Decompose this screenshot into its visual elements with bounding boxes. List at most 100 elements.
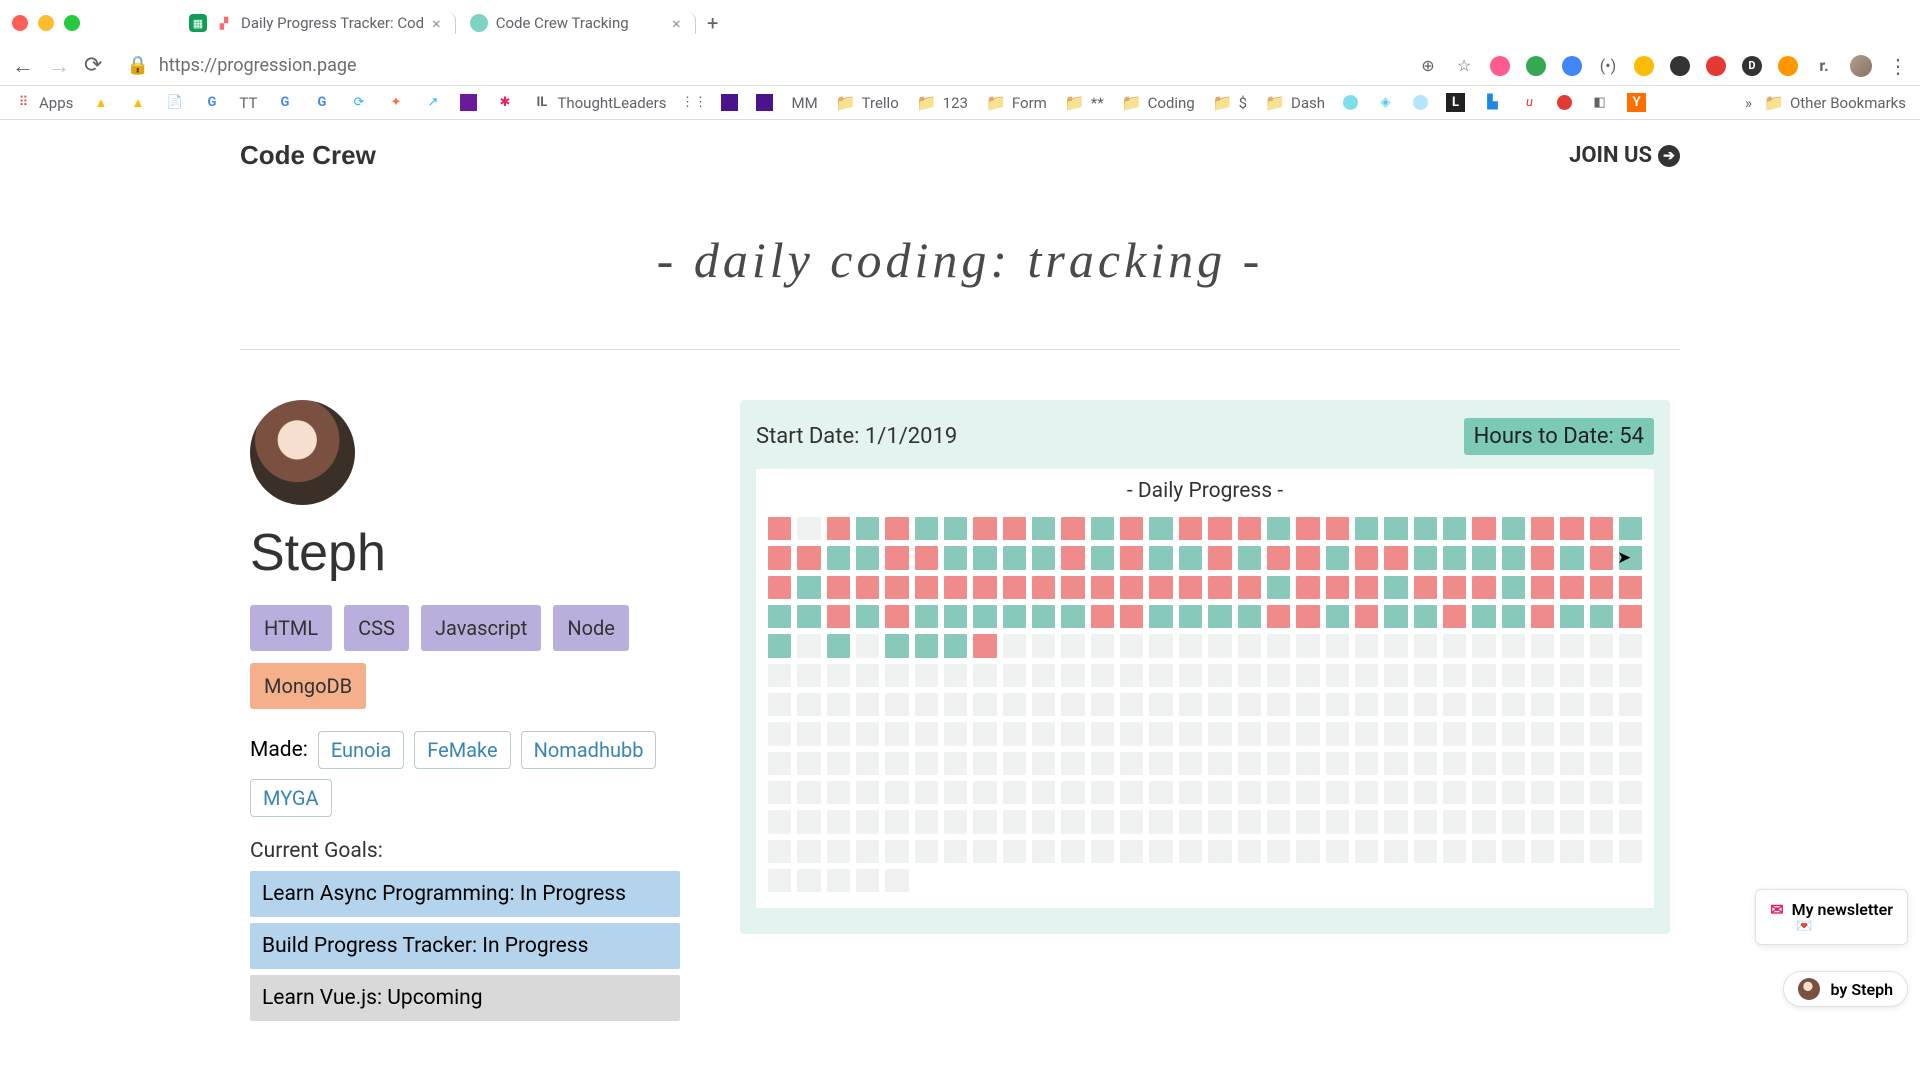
progress-cell[interactable] <box>1443 722 1466 745</box>
progress-cell[interactable] <box>1208 693 1231 716</box>
progress-cell[interactable] <box>1355 546 1378 569</box>
bm-item[interactable]: u <box>1520 93 1539 112</box>
new-tab-button[interactable]: + <box>702 12 724 34</box>
progress-cell[interactable] <box>1061 605 1084 628</box>
progress-cell[interactable] <box>1443 810 1466 833</box>
progress-cell[interactable] <box>1590 546 1613 569</box>
progress-cell[interactable] <box>1472 576 1495 599</box>
progress-cell[interactable] <box>1502 546 1525 569</box>
progress-cell[interactable] <box>885 605 908 628</box>
progress-cell[interactable] <box>1149 634 1172 657</box>
progress-cell[interactable] <box>1208 634 1231 657</box>
progress-cell[interactable] <box>1384 634 1407 657</box>
progress-cell[interactable] <box>1355 634 1378 657</box>
progress-cell[interactable] <box>1560 693 1583 716</box>
progress-cell[interactable] <box>797 840 820 863</box>
progress-cell[interactable] <box>1003 576 1026 599</box>
progress-cell[interactable] <box>768 810 791 833</box>
progress-cell[interactable] <box>1061 781 1084 804</box>
bm-item[interactable]: ◈ <box>1376 93 1395 112</box>
progress-cell[interactable] <box>1590 517 1613 540</box>
close-window-icon[interactable] <box>12 15 28 31</box>
progress-cell[interactable] <box>1179 693 1202 716</box>
progress-cell[interactable] <box>1502 605 1525 628</box>
progress-cell[interactable] <box>1472 781 1495 804</box>
progress-cell[interactable] <box>1149 722 1172 745</box>
progress-cell[interactable] <box>1443 517 1466 540</box>
progress-cell[interactable] <box>1355 810 1378 833</box>
ext-icon[interactable]: r. <box>1814 56 1834 76</box>
progress-cell[interactable] <box>1384 576 1407 599</box>
progress-cell[interactable] <box>1384 810 1407 833</box>
progress-cell[interactable] <box>1061 517 1084 540</box>
progress-cell[interactable] <box>1472 752 1495 775</box>
progress-cell[interactable] <box>973 605 996 628</box>
progress-cell[interactable] <box>1326 693 1349 716</box>
ext-icon[interactable]: D <box>1742 56 1762 76</box>
progress-cell[interactable] <box>1003 605 1026 628</box>
progress-cell[interactable] <box>1560 664 1583 687</box>
progress-cell[interactable] <box>1091 810 1114 833</box>
progress-cell[interactable] <box>768 605 791 628</box>
progress-cell[interactable] <box>1355 605 1378 628</box>
progress-cell[interactable] <box>1502 722 1525 745</box>
progress-cell[interactable] <box>1091 517 1114 540</box>
progress-cell[interactable] <box>1149 517 1172 540</box>
progress-cell[interactable] <box>827 517 850 540</box>
progress-cell[interactable] <box>915 605 938 628</box>
progress-cell[interactable] <box>1560 517 1583 540</box>
bm-item[interactable]: MM <box>791 94 817 112</box>
progress-cell[interactable] <box>1443 840 1466 863</box>
made-link[interactable]: Nomadhubb <box>521 731 657 769</box>
progress-cell[interactable] <box>856 517 879 540</box>
progress-cell[interactable] <box>1326 810 1349 833</box>
progress-cell[interactable] <box>1590 664 1613 687</box>
progress-cell[interactable] <box>797 781 820 804</box>
progress-cell[interactable] <box>1590 752 1613 775</box>
progress-cell[interactable] <box>797 576 820 599</box>
progress-cell[interactable] <box>1384 546 1407 569</box>
author-widget[interactable]: by Steph <box>1783 971 1908 1007</box>
progress-cell[interactable] <box>1061 576 1084 599</box>
ext-icon[interactable] <box>1562 56 1582 76</box>
progress-cell[interactable] <box>1384 840 1407 863</box>
progress-cell[interactable] <box>1326 576 1349 599</box>
progress-cell[interactable] <box>944 781 967 804</box>
progress-cell[interactable] <box>1208 752 1231 775</box>
progress-cell[interactable] <box>1179 810 1202 833</box>
progress-cell[interactable] <box>885 869 908 892</box>
progress-cell[interactable] <box>1472 634 1495 657</box>
progress-cell[interactable] <box>1208 781 1231 804</box>
progress-cell[interactable] <box>1531 693 1554 716</box>
made-link[interactable]: Eunoia <box>318 731 404 769</box>
progress-cell[interactable] <box>856 722 879 745</box>
bm-item[interactable]: ↗ <box>423 93 442 112</box>
progress-cell[interactable] <box>973 840 996 863</box>
progress-cell[interactable] <box>1590 781 1613 804</box>
progress-cell[interactable] <box>885 810 908 833</box>
progress-cell[interactable] <box>1149 781 1172 804</box>
made-link[interactable]: MYGA <box>250 779 332 817</box>
progress-cell[interactable] <box>915 752 938 775</box>
bm-folder[interactable]: 123 <box>917 93 968 112</box>
progress-cell[interactable] <box>1326 722 1349 745</box>
progress-cell[interactable] <box>1208 546 1231 569</box>
progress-cell[interactable] <box>1149 546 1172 569</box>
progress-cell[interactable] <box>856 810 879 833</box>
progress-cell[interactable] <box>1590 722 1613 745</box>
progress-cell[interactable] <box>1502 781 1525 804</box>
bm-item[interactable]: G <box>275 93 294 112</box>
progress-cell[interactable] <box>797 693 820 716</box>
progress-cell[interactable] <box>1560 546 1583 569</box>
progress-cell[interactable] <box>1061 693 1084 716</box>
progress-cell[interactable] <box>1443 546 1466 569</box>
progress-cell[interactable] <box>1414 664 1437 687</box>
progress-cell[interactable] <box>1091 634 1114 657</box>
progress-cell[interactable] <box>1061 840 1084 863</box>
progress-cell[interactable] <box>1120 546 1143 569</box>
progress-cell[interactable] <box>1003 781 1026 804</box>
progress-cell[interactable] <box>1560 752 1583 775</box>
progress-cell[interactable] <box>1032 546 1055 569</box>
progress-cell[interactable] <box>1619 752 1642 775</box>
progress-cell[interactable] <box>1590 810 1613 833</box>
